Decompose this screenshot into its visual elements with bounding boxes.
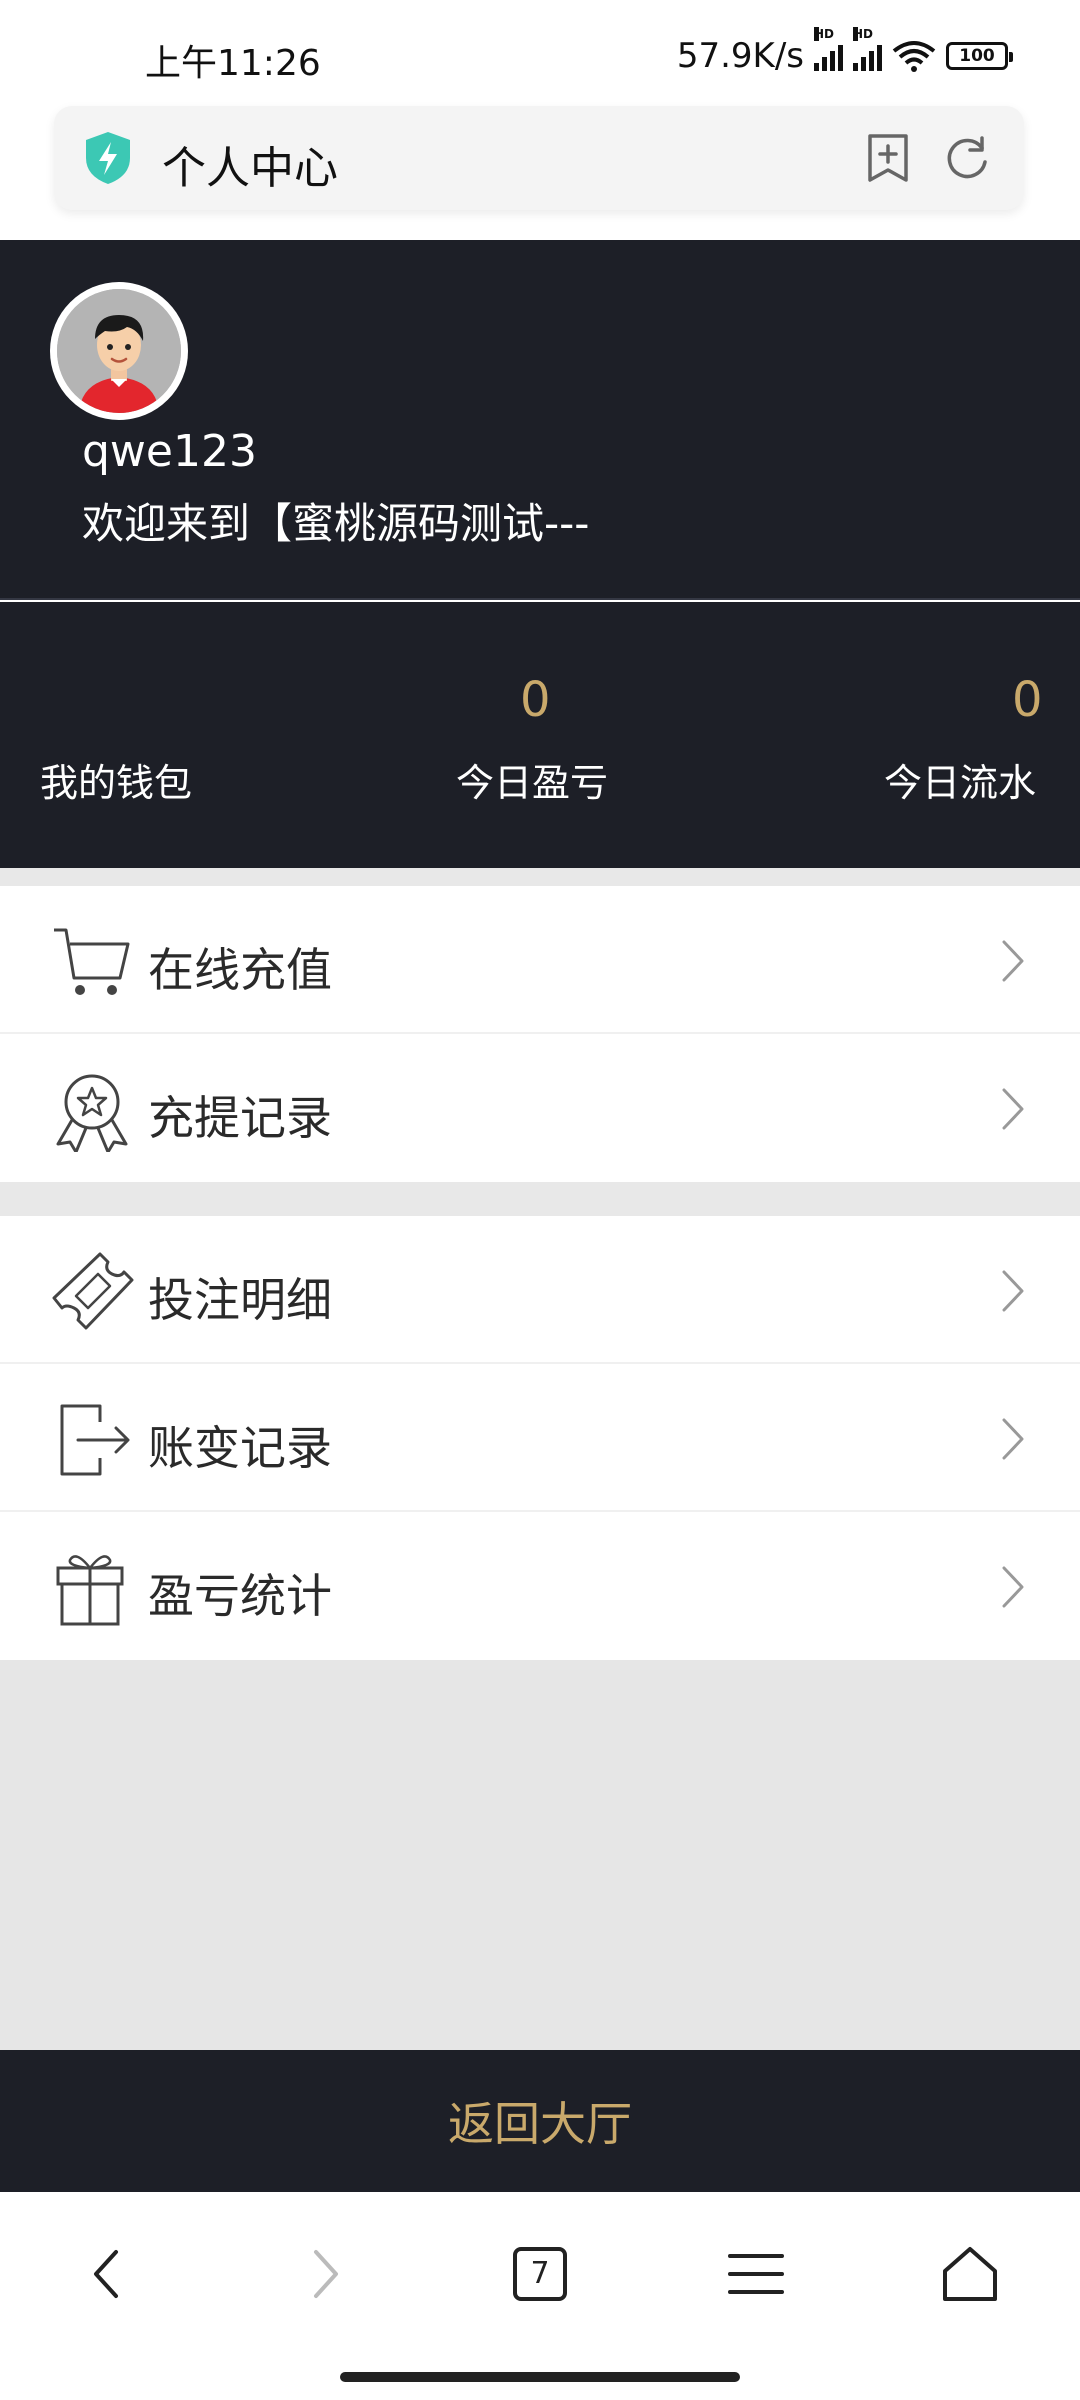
menu-label: 账变记录	[148, 1421, 332, 1475]
stat-today-turnover[interactable]: 0 今日流水	[720, 602, 1080, 868]
status-icons: 57.9K/s HD HD 100	[676, 27, 1013, 78]
back-arrow-icon	[94, 2250, 118, 2298]
signal-icon: HD	[814, 27, 843, 71]
profile-header: qwe123 欢迎来到【蜜桃源码测试---	[0, 240, 1080, 600]
avatar-illustration	[57, 289, 181, 413]
stat-label: 我的钱包	[40, 761, 193, 805]
stat-today-profit[interactable]: 0 今日盈亏	[360, 602, 720, 868]
menu-label: 在线充值	[148, 943, 332, 997]
home-icon	[943, 2247, 997, 2301]
ticket-icon	[52, 1252, 134, 1330]
chevron-right-icon	[1002, 1270, 1024, 1312]
menu-item-online-recharge[interactable]: 在线充值	[0, 886, 1080, 1034]
gift-icon	[56, 1555, 124, 1626]
forward-button[interactable]	[286, 2234, 366, 2314]
username: qwe123	[82, 426, 257, 477]
section-divider	[0, 868, 1080, 886]
menu-button[interactable]	[716, 2234, 796, 2314]
stats-panel: 我的钱包 0 今日盈亏 0 今日流水	[0, 602, 1080, 868]
browser-navigation-bar: 7	[0, 2192, 1080, 2400]
status-bar: 上午11:26 57.9K/s HD HD 100	[0, 0, 1080, 100]
chevron-right-icon	[1002, 1418, 1024, 1460]
return-lobby-label: 返回大厅	[448, 2097, 632, 2151]
network-speed: 57.9K/s	[676, 36, 804, 76]
avatar[interactable]	[50, 282, 188, 420]
hamburger-menu-icon	[728, 2254, 784, 2294]
forward-arrow-icon	[314, 2250, 338, 2298]
chevron-right-icon	[1002, 1566, 1024, 1608]
address-bar[interactable]: 个人中心	[54, 106, 1024, 210]
home-button[interactable]	[930, 2234, 1010, 2314]
stat-wallet[interactable]: 我的钱包	[0, 602, 360, 868]
welcome-text: 欢迎来到【蜜桃源码测试---	[82, 499, 590, 548]
signal-hd-badge: HD	[814, 27, 835, 41]
back-button[interactable]	[66, 2234, 146, 2314]
badge-star-icon	[56, 1074, 128, 1152]
stat-value: 0	[520, 672, 551, 728]
shield-bolt-icon	[86, 132, 130, 184]
stat-label: 今日流水	[884, 761, 1037, 805]
home-indicator[interactable]	[340, 2372, 740, 2382]
menu-item-bet-details[interactable]: 投注明细	[0, 1216, 1080, 1364]
section-divider	[0, 1182, 1080, 1216]
menu-group-funds: 在线充值 充提记录	[0, 886, 1080, 1182]
tabs-count: 7	[513, 2247, 567, 2301]
menu-item-account-changes[interactable]: 账变记录	[0, 1364, 1080, 1512]
menu-label: 盈亏统计	[148, 1569, 332, 1623]
cart-icon	[54, 928, 130, 995]
menu-label: 充提记录	[148, 1091, 332, 1145]
empty-area	[0, 1660, 1080, 2050]
chevron-right-icon	[1002, 1088, 1024, 1130]
signal-icon: HD	[853, 27, 882, 71]
page-title: 个人中心	[162, 143, 338, 194]
status-time: 上午11:26	[145, 43, 321, 84]
refresh-icon[interactable]	[942, 134, 992, 184]
bookmark-add-icon[interactable]	[862, 132, 914, 184]
signal-hd-badge: HD	[853, 27, 874, 41]
wifi-icon	[892, 41, 936, 72]
stat-value: 0	[1012, 672, 1043, 728]
tabs-button[interactable]: 7	[500, 2234, 580, 2314]
exit-arrow-icon	[60, 1404, 130, 1476]
stat-label: 今日盈亏	[456, 761, 609, 805]
menu-group-records: 投注明细 账变记录 盈亏统计	[0, 1216, 1080, 1660]
return-lobby-button[interactable]: 返回大厅	[0, 2050, 1080, 2192]
chevron-right-icon	[1002, 940, 1024, 982]
menu-label: 投注明细	[148, 1273, 332, 1327]
menu-item-recharge-withdraw-records[interactable]: 充提记录	[0, 1034, 1080, 1182]
menu-item-profit-stats[interactable]: 盈亏统计	[0, 1512, 1080, 1660]
battery-icon: 100	[946, 42, 1013, 70]
